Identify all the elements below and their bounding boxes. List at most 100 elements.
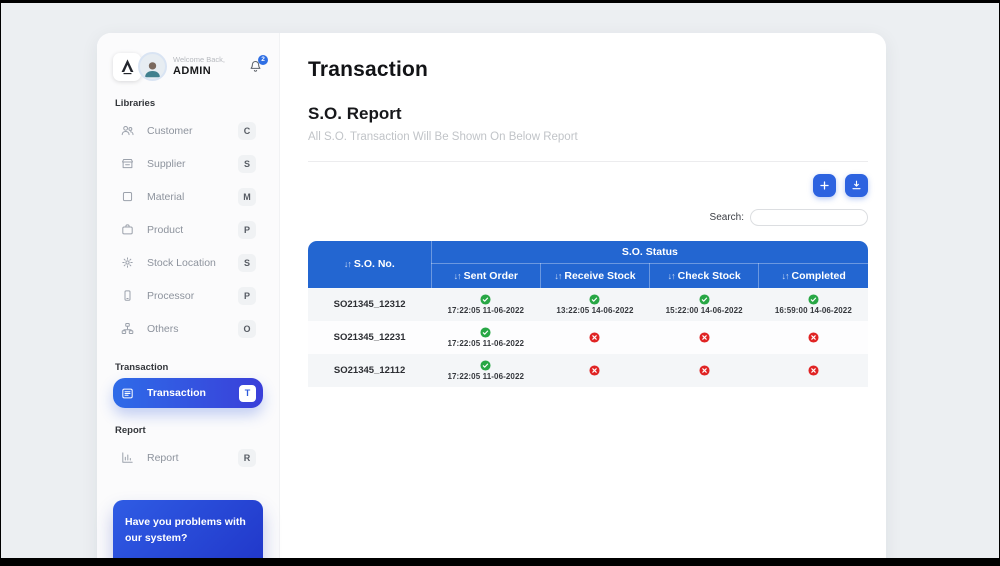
status-cell: [759, 354, 868, 387]
section-label-report: Report: [115, 425, 261, 436]
check-circle-icon: [808, 294, 819, 305]
notification-badge: 2: [258, 55, 268, 65]
column-header-sent-order[interactable]: ↓↑Sent Order: [431, 263, 540, 288]
app-background: Welcome Back, ADMIN 2 LibrariesCustomerC…: [1, 3, 999, 558]
so-number: SO21345_12231: [308, 321, 431, 354]
sidebar-header: Welcome Back, ADMIN 2: [113, 52, 263, 81]
x-circle-icon: [589, 332, 600, 343]
sidebar: Welcome Back, ADMIN 2 LibrariesCustomerC…: [97, 33, 280, 558]
notifications-button[interactable]: 2: [247, 59, 263, 75]
gear-icon: [120, 255, 135, 270]
sidebar-item-product[interactable]: Product P: [113, 213, 263, 246]
so-number: SO21345_12112: [308, 354, 431, 387]
so-number: SO21345_12312: [308, 288, 431, 321]
status-cell: [540, 321, 649, 354]
list-icon: [120, 386, 135, 401]
column-header-label: Sent Order: [464, 270, 518, 282]
app-card: Welcome Back, ADMIN 2 LibrariesCustomerC…: [97, 33, 886, 558]
sidebar-item-label: Product: [147, 224, 183, 236]
status-cell: [650, 354, 759, 387]
sort-icon: ↓↑: [454, 271, 461, 281]
check-circle-icon: [699, 294, 710, 305]
shortcut-badge: S: [238, 155, 256, 173]
sidebar-item-stock-location[interactable]: Stock Location S: [113, 246, 263, 279]
table-row: SO21345_12312 17:22:05 11-06-2022 13:22:05…: [308, 288, 868, 321]
column-header-label: Receive Stock: [564, 270, 635, 282]
status-cell: 17:22:05 11-06-2022: [431, 354, 540, 387]
users-icon: [120, 123, 135, 138]
shortcut-badge: S: [238, 254, 256, 272]
shortcut-badge: M: [238, 188, 256, 206]
status-cell: [540, 354, 649, 387]
check-circle-icon: [480, 360, 491, 371]
sidebar-item-label: Transaction: [147, 387, 206, 399]
welcome-text: Welcome Back,: [173, 56, 225, 64]
plus-icon: [818, 179, 831, 192]
main-content: Transaction S.O. Report All S.O. Transac…: [280, 33, 886, 558]
section-title: S.O. Report: [308, 104, 868, 124]
sidebar-item-transaction[interactable]: TransactionT: [113, 378, 263, 408]
column-header-label: Completed: [791, 270, 845, 282]
column-header-receive-stock[interactable]: ↓↑Receive Stock: [540, 263, 649, 288]
status-cell: 17:22:05 11-06-2022: [431, 288, 540, 321]
hierarchy-icon: [120, 321, 135, 336]
status-timestamp: 17:22:05 11-06-2022: [447, 306, 524, 315]
status-timestamp: 17:22:05 11-06-2022: [447, 339, 524, 348]
x-circle-icon: [699, 365, 710, 376]
sidebar-item-label: Material: [147, 191, 184, 203]
column-header-check-stock[interactable]: ↓↑Check Stock: [650, 263, 759, 288]
username: ADMIN: [173, 65, 225, 77]
column-header-completed[interactable]: ↓↑Completed: [759, 263, 868, 288]
sidebar-item-label: Others: [147, 323, 179, 335]
check-circle-icon: [480, 327, 491, 338]
column-header-so-no[interactable]: ↓↑S.O. No.: [308, 241, 431, 288]
box-icon: [120, 189, 135, 204]
so-report-table: ↓↑S.O. No. S.O. Status ↓↑Sent Order↓↑Rec…: [308, 241, 868, 387]
add-button[interactable]: [813, 174, 836, 197]
shortcut-badge: P: [238, 221, 256, 239]
shortcut-badge: C: [238, 122, 256, 140]
download-button[interactable]: [845, 174, 868, 197]
search-row: Search:: [308, 209, 868, 226]
storefront-icon: [120, 156, 135, 171]
sidebar-item-processor[interactable]: Processor P: [113, 279, 263, 312]
section-label-transaction: Transaction: [115, 362, 261, 373]
status-timestamp: 15:22:00 14-06-2022: [666, 306, 743, 315]
sort-icon: ↓↑: [344, 259, 351, 269]
status-cell: 16:59:00 14-06-2022: [759, 288, 868, 321]
toolbar: [308, 174, 868, 197]
sidebar-item-label: Processor: [147, 290, 194, 302]
sidebar-item-supplier[interactable]: Supplier S: [113, 147, 263, 180]
check-circle-icon: [480, 294, 491, 305]
sidebar-item-label: Report: [147, 452, 179, 464]
sort-icon: ↓↑: [668, 271, 675, 281]
status-cell: 13:22:05 14-06-2022: [540, 288, 649, 321]
sidebar-item-label: Stock Location: [147, 257, 216, 269]
sidebar-item-material[interactable]: Material M: [113, 180, 263, 213]
user-avatar[interactable]: [138, 52, 167, 81]
x-circle-icon: [808, 365, 819, 376]
status-cell: [650, 321, 759, 354]
briefcase-icon: [120, 222, 135, 237]
sort-icon: ↓↑: [781, 271, 788, 281]
column-header-label: S.O. No.: [354, 258, 395, 270]
page-title: Transaction: [308, 58, 868, 82]
section-subtitle: All S.O. Transaction Will Be Shown On Be…: [308, 131, 868, 143]
download-icon: [850, 179, 863, 192]
screenshot-frame: Welcome Back, ADMIN 2 LibrariesCustomerC…: [0, 0, 1000, 566]
shortcut-badge: P: [238, 287, 256, 305]
status-cell: [759, 321, 868, 354]
status-cell: 15:22:00 14-06-2022: [650, 288, 759, 321]
support-card: Have you problems with our system? Conta…: [113, 500, 263, 558]
search-input[interactable]: [750, 209, 868, 226]
status-timestamp: 17:22:05 11-06-2022: [447, 372, 524, 381]
divider: [308, 161, 868, 162]
table-row: SO21345_12112 17:22:05 11-06-2022: [308, 354, 868, 387]
sidebar-item-label: Supplier: [147, 158, 186, 170]
status-timestamp: 13:22:05 14-06-2022: [556, 306, 633, 315]
sidebar-item-report[interactable]: ReportR: [113, 441, 263, 474]
sidebar-item-others[interactable]: OthersO: [113, 312, 263, 345]
company-logo-icon: [113, 53, 141, 81]
sidebar-item-customer[interactable]: Customer C: [113, 114, 263, 147]
sidebar-item-label: Customer: [147, 125, 193, 137]
